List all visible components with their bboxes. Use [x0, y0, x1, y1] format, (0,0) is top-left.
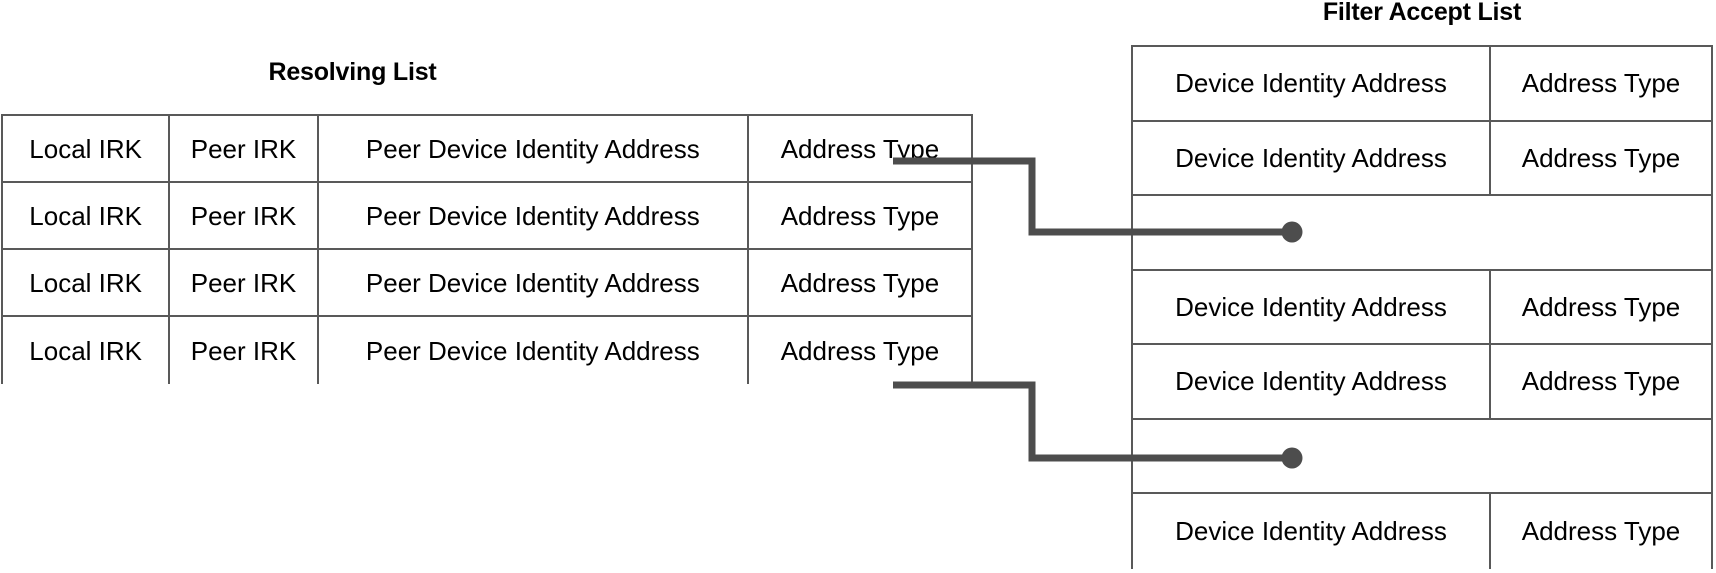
cell-device-identity-address: Device Identity Address — [1133, 345, 1491, 418]
table-row-empty — [1133, 196, 1711, 271]
resolving-list-title: Resolving List — [268, 58, 437, 86]
table-row-empty — [1133, 419, 1711, 494]
table-row: Device Identity Address Address Type — [1133, 345, 1711, 420]
cell-address-type: Address Type — [1521, 291, 1681, 322]
diagram-canvas: Resolving List Filter Accept List Local … — [0, 0, 1716, 573]
cell-peer-device-identity-address: Peer Device Identity Address — [319, 116, 749, 181]
cell-address-type: Address Type — [1521, 68, 1681, 99]
cell-address-type: Address Type — [1521, 366, 1681, 397]
cell-address-type — [1491, 420, 1711, 493]
cell-address-type: Address Type — [1521, 516, 1681, 547]
table-row: Device Identity Address Address Type — [1133, 121, 1711, 196]
cell-device-identity-address: Device Identity Address — [1133, 47, 1491, 120]
cell-address-type: Address Type — [780, 267, 940, 298]
cell-peer-irk: Peer IRK — [170, 183, 319, 248]
table-row: Local IRK Peer IRK Peer Device Identity … — [3, 317, 971, 384]
cell-local-irk: Local IRK — [3, 116, 171, 181]
cell-device-identity-address: Device Identity Address — [1133, 121, 1491, 194]
cell-peer-irk: Peer IRK — [170, 116, 319, 181]
filter-accept-list-title: Filter Accept List — [1322, 0, 1522, 26]
cell-peer-irk: Peer IRK — [170, 317, 319, 384]
resolving-list-table: Local IRK Peer IRK Peer Device Identity … — [1, 114, 973, 384]
cell-peer-device-identity-address: Peer Device Identity Address — [319, 317, 749, 384]
cell-address-type: Address Type — [1521, 142, 1681, 173]
cell-address-type: Address Type — [780, 200, 940, 231]
table-row: Local IRK Peer IRK Peer Device Identity … — [3, 183, 971, 250]
cell-local-irk: Local IRK — [3, 250, 171, 315]
cell-address-type: Address Type — [780, 335, 940, 366]
cell-peer-device-identity-address: Peer Device Identity Address — [319, 183, 749, 248]
table-row: Device Identity Address Address Type — [1133, 270, 1711, 345]
cell-local-irk: Local IRK — [3, 317, 171, 384]
cell-device-identity-address: Device Identity Address — [1133, 270, 1491, 343]
cell-address-type — [1491, 196, 1711, 269]
cell-peer-device-identity-address: Peer Device Identity Address — [319, 250, 749, 315]
table-row: Local IRK Peer IRK Peer Device Identity … — [3, 250, 971, 317]
filter-accept-list-table: Device Identity Address Address Type Dev… — [1131, 45, 1713, 569]
table-row: Device Identity Address Address Type — [1133, 494, 1711, 569]
cell-device-identity-address: Device Identity Address — [1133, 494, 1491, 569]
cell-device-identity-address — [1133, 420, 1491, 493]
cell-address-type: Address Type — [780, 133, 940, 164]
table-row: Local IRK Peer IRK Peer Device Identity … — [3, 116, 971, 183]
cell-peer-irk: Peer IRK — [170, 250, 319, 315]
cell-local-irk: Local IRK — [3, 183, 171, 248]
table-row: Device Identity Address Address Type — [1133, 47, 1711, 122]
cell-device-identity-address — [1133, 196, 1491, 269]
